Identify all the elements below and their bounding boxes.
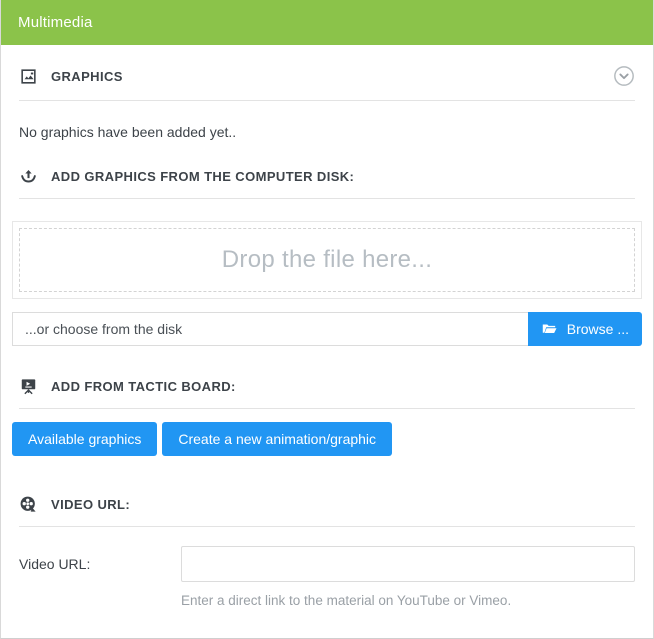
browse-button-label: Browse ... <box>567 321 629 337</box>
divider <box>19 408 635 409</box>
tactic-board-header: ADD FROM TACTIC BOARD: <box>19 377 635 408</box>
video-url-help: Enter a direct link to the material on Y… <box>181 593 635 608</box>
image-icon <box>19 67 38 86</box>
divider <box>19 526 635 527</box>
video-url-label: Video URL: <box>19 546 181 608</box>
add-from-disk-label: ADD GRAPHICS FROM THE COMPUTER DISK: <box>51 169 354 184</box>
folder-open-icon <box>541 321 558 338</box>
tactic-buttons-row: Available graphics Create a new animatio… <box>12 422 642 456</box>
divider <box>19 100 635 101</box>
file-path-input[interactable] <box>12 312 528 346</box>
panel-header: Multimedia <box>0 0 654 45</box>
file-choose-row: Browse ... <box>12 312 642 346</box>
film-reel-icon <box>19 495 38 514</box>
tactic-board-label: ADD FROM TACTIC BOARD: <box>51 379 236 394</box>
video-url-input[interactable] <box>181 546 635 582</box>
file-dropzone[interactable]: Drop the file here... <box>12 221 642 299</box>
video-url-form-row: Video URL: Enter a direct link to the ma… <box>19 546 635 608</box>
graphics-title: GRAPHICS <box>51 69 123 84</box>
dropzone-text: Drop the file here... <box>222 246 432 274</box>
graphics-empty-message: No graphics have been added yet.. <box>19 124 635 140</box>
available-graphics-button[interactable]: Available graphics <box>12 422 157 456</box>
chevron-down-icon[interactable] <box>613 65 635 87</box>
multimedia-panel: Multimedia GRAPHICS No graphics have bee… <box>0 0 654 639</box>
video-url-field-column: Enter a direct link to the material on Y… <box>181 546 635 608</box>
file-dropzone-inner: Drop the file here... <box>19 228 635 292</box>
upload-icon <box>19 167 38 186</box>
video-url-section-label: VIDEO URL: <box>51 497 130 512</box>
tactic-board-icon <box>19 377 38 396</box>
add-from-disk-header: ADD GRAPHICS FROM THE COMPUTER DISK: <box>19 167 635 198</box>
panel-title: Multimedia <box>18 14 93 31</box>
graphics-section-header: GRAPHICS <box>19 45 635 100</box>
panel-content: GRAPHICS No graphics have been added yet… <box>1 45 653 608</box>
divider <box>19 198 635 199</box>
browse-button[interactable]: Browse ... <box>528 312 642 346</box>
create-animation-button[interactable]: Create a new animation/graphic <box>162 422 392 456</box>
video-url-header: VIDEO URL: <box>19 495 635 526</box>
